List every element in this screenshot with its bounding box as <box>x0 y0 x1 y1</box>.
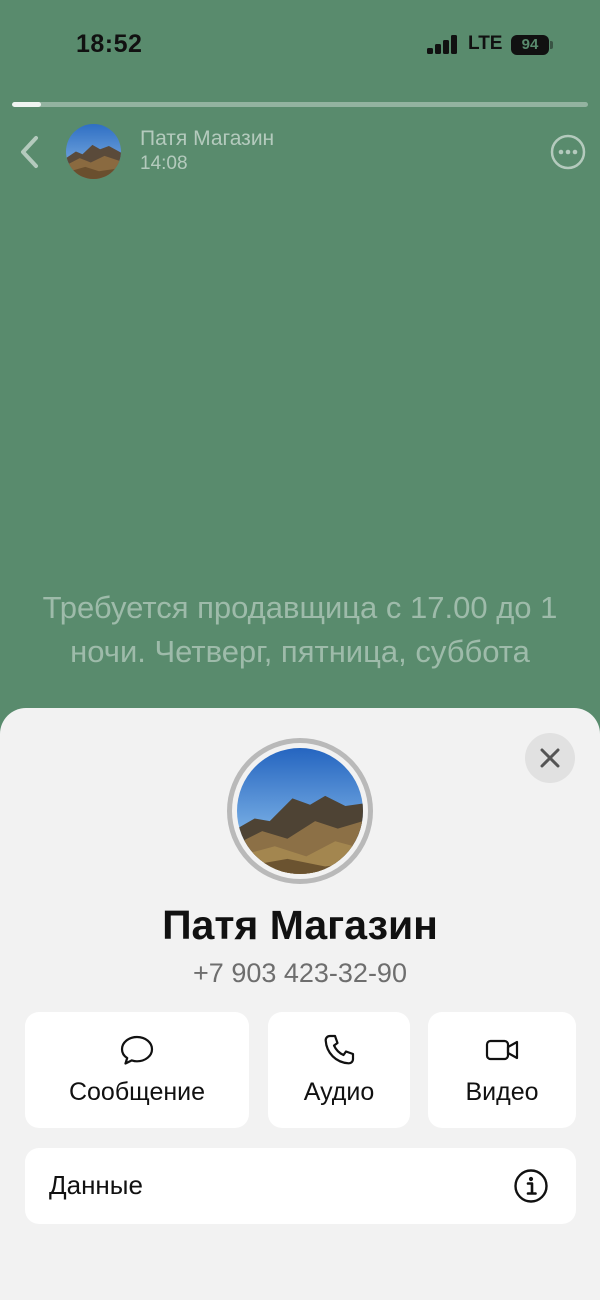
story-progress-fill <box>12 102 41 107</box>
video-camera-icon <box>485 1039 519 1061</box>
signal-strength-icon <box>427 35 459 54</box>
status-bar: 18:52 LTE 94 <box>0 0 600 90</box>
audio-label: Аудио <box>303 1078 375 1106</box>
back-arrow-icon[interactable] <box>16 134 44 170</box>
message-button[interactable]: Сообщение <box>25 1012 249 1128</box>
contact-name: Патя Магазин <box>162 902 438 948</box>
story-posted-time: 14:08 <box>140 153 188 174</box>
battery-icon: 94 <box>511 35 549 55</box>
close-button[interactable] <box>525 733 575 783</box>
story-progress-bar <box>12 102 588 107</box>
story-text: Требуется продавщица с 17.00 до 1 ночи. … <box>42 590 558 669</box>
mountain-photo-icon <box>237 748 363 874</box>
mountain-photo-icon <box>66 124 121 179</box>
story-author-avatar[interactable] <box>66 124 121 179</box>
message-label: Сообщение <box>68 1078 206 1106</box>
audio-call-button[interactable]: Аудио <box>268 1012 410 1128</box>
video-label: Видео <box>465 1078 539 1106</box>
battery-tip <box>550 41 553 49</box>
status-time: 18:52 <box>76 30 143 58</box>
contact-details-label: Данные <box>49 1170 143 1200</box>
chat-bubble-icon <box>120 1035 154 1065</box>
contact-details-row[interactable]: Данные <box>25 1148 576 1224</box>
story-author-name[interactable]: Патя Магазин <box>140 127 274 151</box>
video-call-button[interactable]: Видео <box>428 1012 576 1128</box>
battery-level: 94 <box>521 36 539 53</box>
close-icon <box>540 748 560 768</box>
info-icon <box>514 1169 548 1203</box>
network-type: LTE <box>468 33 503 54</box>
phone-icon <box>324 1034 355 1065</box>
contact-avatar[interactable] <box>237 748 363 874</box>
contact-phone[interactable]: +7 903 423-32-90 <box>0 958 600 989</box>
more-options-icon[interactable] <box>550 134 586 170</box>
